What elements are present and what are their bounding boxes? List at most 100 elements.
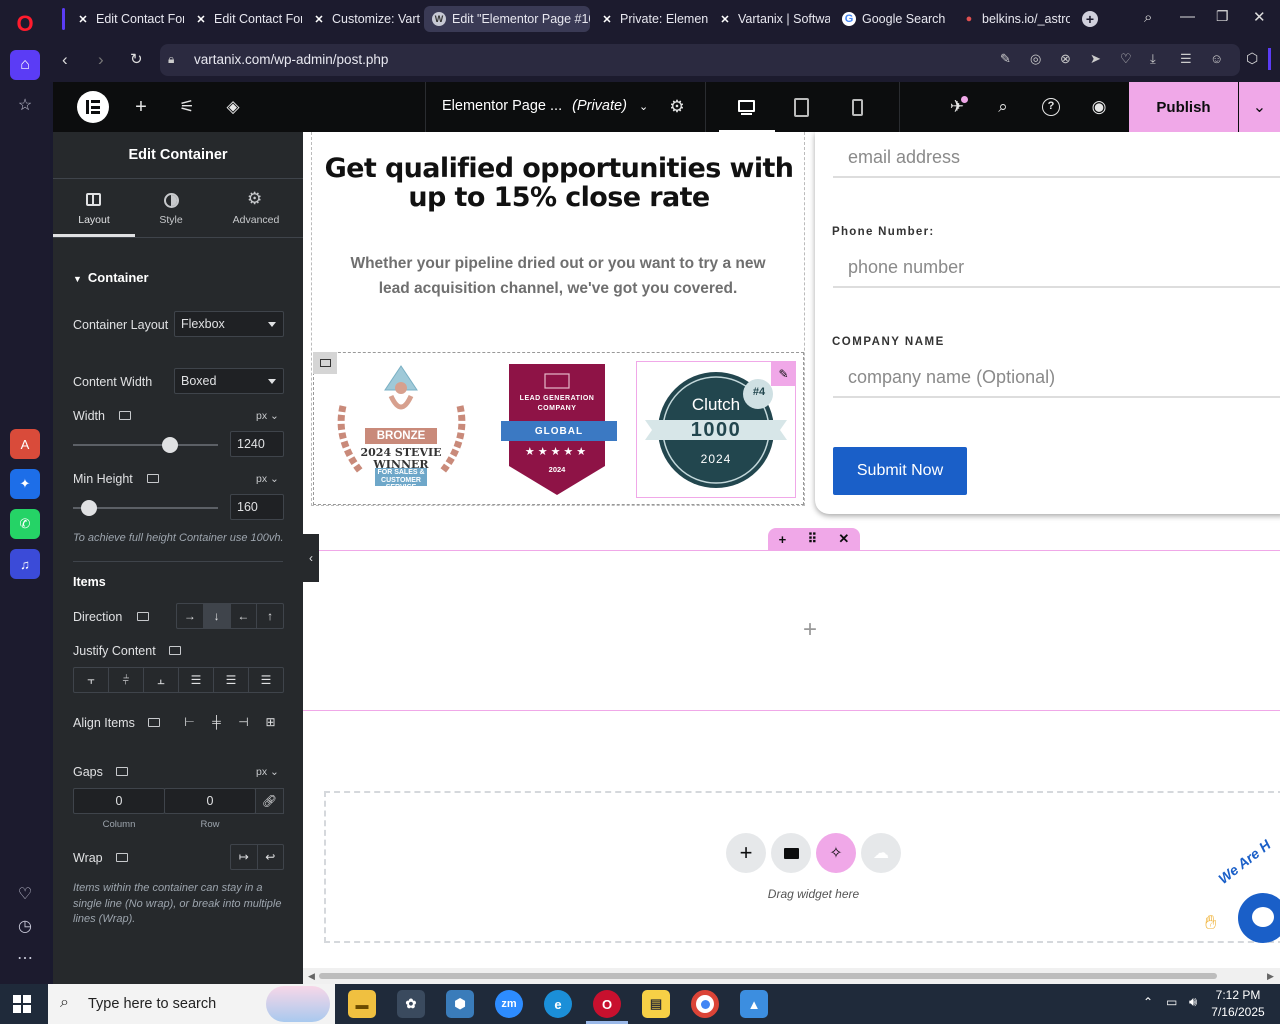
close-icon[interactable]: ✕ <box>718 12 732 26</box>
justify-end-icon[interactable]: ⫠ <box>144 668 179 692</box>
snapshot-camera-icon[interactable]: ◎ <box>1030 51 1041 67</box>
site-settings-sliders-icon[interactable]: ⚟ <box>175 82 199 132</box>
clutch-badge-selected[interactable]: Clutch #4 1000 2024 ✎ <box>636 361 796 498</box>
tablet-view-icon[interactable] <box>794 98 809 117</box>
responsive-desktop-icon[interactable] <box>147 474 159 483</box>
gap-column-input[interactable]: 0 <box>73 788 165 814</box>
page-settings-gear-icon[interactable]: ⚙ <box>665 82 689 132</box>
drag-handle-icon[interactable]: ⠿ <box>808 531 818 547</box>
structure-layers-icon[interactable]: ◈ <box>221 82 245 132</box>
direction-column-reverse-icon[interactable]: ↑ <box>257 604 283 628</box>
edit-page-icon[interactable]: ✎ <box>1000 51 1011 67</box>
chrome-browser-icon[interactable] <box>691 990 719 1018</box>
gaps-unit-select[interactable]: px ⌄ <box>256 766 279 778</box>
opera-browser-icon[interactable]: O <box>593 990 621 1018</box>
chat-widget-button[interactable] <box>1238 893 1280 943</box>
width-slider-track[interactable] <box>73 444 218 446</box>
min-height-input[interactable]: 160 <box>230 494 284 520</box>
link-values-icon[interactable]: 🔗︎ <box>255 788 284 814</box>
edit-widget-pencil-icon[interactable]: ✎ <box>771 362 796 386</box>
phone-field[interactable]: phone number <box>833 254 1280 288</box>
scroll-left-icon[interactable]: ◀ <box>308 971 315 982</box>
align-end-icon[interactable]: ⊣ <box>230 709 257 735</box>
content-width-select[interactable]: Boxed <box>174 368 284 394</box>
taskbar-search-box[interactable]: ⌕ Type here to search <box>48 984 335 1024</box>
add-container-plus-icon[interactable]: + <box>779 532 787 547</box>
reload-icon[interactable]: ↻ <box>130 50 143 68</box>
justify-space-around-icon[interactable]: ☰ <box>214 668 249 692</box>
windows-start-icon[interactable] <box>13 995 31 1013</box>
cloud-templates-icon[interactable]: ☁ <box>861 833 901 873</box>
responsive-desktop-icon[interactable] <box>169 646 181 655</box>
ai-sparkles-icon[interactable]: ✧ <box>816 833 856 873</box>
template-library-folder-icon[interactable] <box>771 833 811 873</box>
search-icon[interactable]: ⌕ <box>991 82 1015 132</box>
tab-layout[interactable]: Layout <box>53 179 135 237</box>
minimize-icon[interactable]: — <box>1180 8 1195 25</box>
extensions-cube-icon[interactable]: ⬡ <box>1246 50 1258 67</box>
submit-button[interactable]: Submit Now <box>833 447 967 495</box>
mobile-view-icon[interactable] <box>852 99 863 116</box>
adblock-icon[interactable]: ⊗ <box>1060 51 1071 67</box>
container-layout-select[interactable]: Flexbox <box>174 311 284 337</box>
hero-headline[interactable]: Get qualified opportunities with up to 1… <box>317 154 801 212</box>
width-slider-handle[interactable] <box>162 437 178 453</box>
justify-space-between-icon[interactable]: ☰ <box>179 668 214 692</box>
send-icon[interactable]: ➤ <box>1090 51 1101 67</box>
profile-icon[interactable]: ☺ <box>1210 51 1223 66</box>
taskbar-date[interactable]: 7/16/2025 <box>1208 1005 1268 1019</box>
photos-app-icon[interactable]: ▲ <box>740 990 768 1018</box>
restore-icon[interactable]: ❐ <box>1216 8 1229 25</box>
horizontal-scrollbar[interactable]: ◀ ▶ <box>303 968 1280 984</box>
url-bar[interactable]: 🔒︎ vartanix.com/wp-admin/post.php ✎ ◎ ⊗ … <box>160 44 1240 76</box>
help-icon[interactable]: ? <box>1042 98 1060 116</box>
desktop-view-button[interactable] <box>719 82 775 132</box>
hero-subtext[interactable]: Whether your pipeline dried out or you w… <box>333 251 783 301</box>
responsive-desktop-icon[interactable] <box>119 411 131 420</box>
direction-row-reverse-icon[interactable]: ← <box>231 604 258 628</box>
delete-container-icon[interactable]: ✕ <box>838 531 849 547</box>
tab-advanced[interactable]: ⚙ Advanced <box>215 179 297 237</box>
taskbar-time[interactable]: 7:12 PM <box>1208 988 1268 1002</box>
messenger-icon[interactable]: ✦ <box>10 469 40 499</box>
browser-tab[interactable]: ✕ Vartanix | Softwa <box>710 6 830 32</box>
notifications-icon[interactable]: ✈ <box>945 82 969 132</box>
gap-row-input[interactable]: 0 <box>164 788 256 814</box>
history-clock-icon[interactable]: ◷ <box>10 911 40 941</box>
section-toggle-container[interactable]: ▼ Container <box>73 270 149 285</box>
zoom-icon[interactable]: zm <box>495 990 523 1018</box>
opera-logo-icon[interactable]: O <box>10 9 40 39</box>
justify-space-evenly-icon[interactable]: ☰ <box>249 668 283 692</box>
align-start-icon[interactable]: ⊢ <box>176 709 203 735</box>
close-icon[interactable]: ✕ <box>600 12 614 26</box>
add-new-container-icon[interactable]: + <box>726 833 766 873</box>
browser-tab[interactable]: G Google Search <box>834 6 950 32</box>
browser-tab[interactable]: ✕ Customize: Varta <box>304 6 420 32</box>
justify-center-icon[interactable]: ⫩ <box>109 668 144 692</box>
lead-generation-badge[interactable]: LEAD GENERATION COMPANY GLOBAL ★★★★★ 202… <box>499 362 619 497</box>
file-explorer-icon[interactable]: ▬ <box>348 990 376 1018</box>
stevie-award-badge[interactable]: BRONZE 2024 STEVIE WINNER FOR SALES & CU… <box>329 362 474 492</box>
direction-column-icon[interactable]: ↓ <box>203 604 231 628</box>
volume-icon[interactable]: 🔊︎ <box>1189 994 1197 1010</box>
min-height-slider-handle[interactable] <box>81 500 97 516</box>
download-icon[interactable]: ⤓ <box>1150 51 1156 67</box>
browser-tab[interactable]: ✕ Private: Element <box>592 6 708 32</box>
direction-row-icon[interactable]: → <box>177 604 204 628</box>
width-input[interactable]: 1240 <box>230 431 284 457</box>
edge-browser-icon[interactable]: e <box>544 990 572 1018</box>
speed-dial-star-icon[interactable]: ☆ <box>10 90 40 120</box>
align-center-icon[interactable]: ╪ <box>203 709 230 735</box>
more-dots-icon[interactable]: ⋯ <box>10 943 40 973</box>
responsive-desktop-icon[interactable] <box>116 853 128 862</box>
bookmark-heart-icon[interactable]: ♡ <box>1120 51 1132 67</box>
justify-start-icon[interactable]: ⫟ <box>74 668 109 692</box>
company-field[interactable]: company name (Optional) <box>833 364 1280 398</box>
aria-icon[interactable]: A <box>10 429 40 459</box>
collapse-panel-icon[interactable]: ‹ <box>303 534 319 582</box>
app-hexagon-icon[interactable]: ⬢ <box>446 990 474 1018</box>
scrollbar-thumb[interactable] <box>319 973 1217 979</box>
width-unit-select[interactable]: px ⌄ <box>256 410 279 422</box>
show-hidden-icons-chevron[interactable]: ⌃ <box>1143 995 1153 1009</box>
elementor-logo-icon[interactable] <box>77 91 109 123</box>
